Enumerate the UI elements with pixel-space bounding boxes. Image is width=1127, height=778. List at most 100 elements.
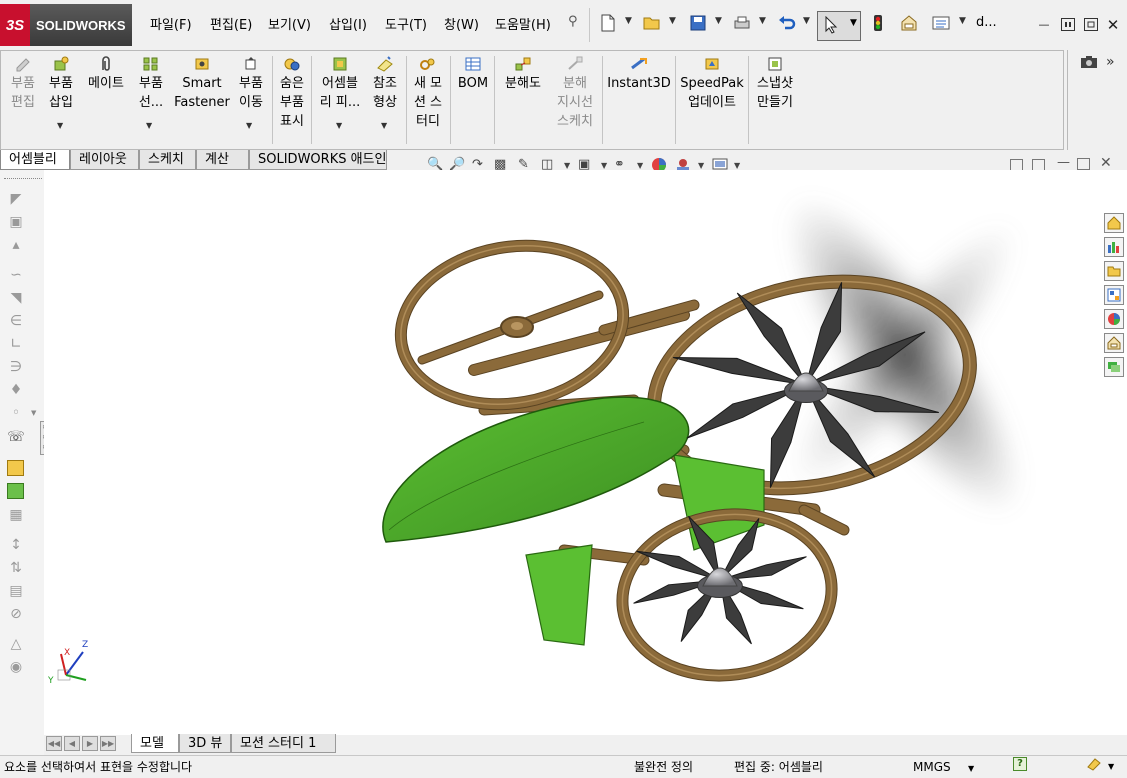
file-properties-icon[interactable] — [898, 12, 920, 34]
options-icon[interactable] — [930, 12, 952, 34]
unit-system[interactable]: MMGS — [913, 760, 951, 774]
shell-icon[interactable]: ◦ — [7, 404, 25, 422]
select-arrow-icon[interactable] — [824, 15, 838, 37]
rebuild-status-dropdown-icon[interactable]: ▼ — [1108, 762, 1114, 771]
revolve-icon[interactable]: ▴ — [7, 236, 25, 254]
show-hidden-components-button[interactable]: 숨은 부품 표시 — [276, 56, 308, 131]
unit-system-dropdown-icon[interactable]: ▼ — [968, 764, 974, 773]
smart-dimension-icon[interactable]: ↕ — [7, 536, 25, 554]
extrude-icon[interactable]: ▣ — [7, 213, 25, 231]
design-library-icon[interactable] — [1104, 237, 1124, 257]
select-dropdown-icon[interactable]: ▼ — [850, 18, 857, 28]
tab-model[interactable]: 모델 — [131, 734, 179, 753]
assembly-features-button[interactable]: 어셈블 리 피... — [316, 56, 364, 112]
view-palette-icon[interactable] — [1104, 285, 1124, 305]
viewport-minimize-icon[interactable]: — — [1057, 155, 1070, 170]
measure-icon[interactable]: △ — [7, 635, 25, 653]
open-dropdown-icon[interactable]: ▼ — [669, 16, 676, 26]
dimension-icon[interactable]: ⇅ — [7, 559, 25, 577]
tab-evaluate[interactable]: 계산 — [196, 150, 249, 170]
print-icon[interactable] — [731, 12, 753, 34]
pin-icon[interactable]: ⚲ — [568, 14, 578, 29]
save-dropdown-icon[interactable]: ▼ — [715, 16, 722, 26]
tab-sketch[interactable]: 스케치 — [139, 150, 196, 170]
tab-assembly[interactable]: 어셈블리 — [0, 150, 70, 170]
new-motion-study-button[interactable]: 새 모 션 스 터디 — [410, 56, 446, 131]
undo-icon[interactable] — [776, 12, 798, 34]
mass-properties-icon[interactable]: ◉ — [7, 658, 25, 676]
mate-button[interactable]: 메이트 — [84, 56, 128, 93]
save-icon[interactable] — [687, 12, 709, 34]
rib-icon[interactable]: ♦ — [7, 381, 25, 399]
viewport-close-icon[interactable]: ✕ — [1100, 155, 1112, 171]
menu-insert[interactable]: 삽입(I) — [329, 14, 367, 33]
insert-component-dropdown-icon[interactable]: ▼ — [57, 121, 63, 130]
edit-component-button[interactable]: 부품 편집 — [6, 56, 40, 112]
print-dropdown-icon[interactable]: ▼ — [759, 16, 766, 26]
custom-properties-icon[interactable] — [1104, 333, 1124, 353]
menu-tools[interactable]: 도구(T) — [385, 14, 427, 33]
move-component-button[interactable]: 부품 이동 — [234, 56, 268, 112]
tile-icon[interactable] — [1061, 18, 1075, 31]
view-orientation-dropdown-icon[interactable]: ▼ — [564, 161, 570, 170]
close-icon[interactable]: ✕ — [1106, 16, 1120, 34]
help-icon[interactable]: ? — [1013, 757, 1027, 771]
mold-tools-icon[interactable]: ☏ — [7, 428, 25, 446]
menu-view[interactable]: 보기(V) — [268, 14, 311, 33]
undo-dropdown-icon[interactable]: ▼ — [803, 16, 810, 26]
solidworks-resources-icon[interactable] — [1104, 213, 1124, 233]
options-dropdown-icon[interactable]: ▼ — [959, 16, 966, 26]
chamfer-icon[interactable]: ∋ — [7, 358, 25, 376]
menu-edit[interactable]: 편집(E) — [210, 14, 252, 33]
menu-help[interactable]: 도움말(H) — [495, 14, 551, 33]
last-tab-icon[interactable]: ▶▶ — [100, 736, 116, 751]
new-document-icon[interactable] — [597, 12, 619, 34]
tab-motion-study-1[interactable]: 모션 스터디 1 — [231, 734, 336, 753]
assembly-features-dropdown-icon[interactable]: ▼ — [336, 121, 342, 130]
smart-fasteners-button[interactable]: Smart Fastener — [174, 56, 230, 112]
cut-icon[interactable]: ∈ — [7, 312, 25, 330]
new-dropdown-icon[interactable]: ▼ — [625, 16, 632, 26]
open-folder-icon[interactable] — [641, 12, 663, 34]
assembly-component-icon[interactable] — [7, 460, 24, 476]
reference-geometry-button[interactable]: 참조 형상 — [368, 56, 402, 112]
rebuild-status-icon[interactable] — [1086, 757, 1102, 774]
scene-dropdown-icon[interactable]: ▼ — [698, 161, 704, 170]
bom-button[interactable]: BOM — [454, 56, 492, 93]
solidworks-forum-icon[interactable] — [1104, 357, 1124, 377]
hide-show-dropdown-icon[interactable]: ▼ — [637, 161, 643, 170]
minimize-icon[interactable]: — — [1037, 18, 1051, 31]
shell-dropdown-icon[interactable]: ▼ — [31, 409, 36, 417]
insert-component-button[interactable]: 부품 삽입 — [44, 56, 78, 112]
rear-left-hub-cap[interactable] — [511, 322, 523, 330]
sketch-icon[interactable]: ◤ — [7, 190, 25, 208]
camera-icon[interactable] — [1080, 55, 1098, 72]
sweep-icon[interactable]: ∽ — [7, 266, 25, 284]
component-pattern-button[interactable]: 부품 선... — [134, 56, 168, 112]
grid-icon[interactable]: ▦ — [7, 506, 25, 524]
file-explorer-icon[interactable] — [1104, 261, 1124, 281]
view-settings-dropdown-icon[interactable]: ▼ — [734, 161, 740, 170]
frame-strut[interactable] — [799, 505, 849, 535]
rotor-spinner-cone[interactable] — [788, 372, 824, 392]
explode-line-sketch-button[interactable]: 분해 지시선 스케치 — [552, 56, 598, 131]
component-pattern-dropdown-icon[interactable]: ▼ — [146, 121, 152, 130]
viewport-restore-icon[interactable] — [1077, 158, 1090, 170]
fillet-icon[interactable]: ∟ — [7, 335, 25, 353]
previous-tab-icon[interactable]: ◀ — [64, 736, 80, 751]
move-component-dropdown-icon[interactable]: ▼ — [246, 121, 252, 130]
rear-left-rotor-ring[interactable] — [388, 229, 636, 422]
display-style-dropdown-icon[interactable]: ▼ — [601, 161, 607, 170]
menu-window[interactable]: 창(W) — [444, 14, 479, 33]
solidworks-logo[interactable]: 3S SOLIDWORKS — [0, 4, 132, 46]
first-tab-icon[interactable]: ◀◀ — [46, 736, 62, 751]
drone-assembly-model[interactable] — [44, 170, 1102, 735]
exploded-view-button[interactable]: 분해도 — [499, 56, 547, 93]
menu-file[interactable]: 파일(F) — [150, 14, 192, 33]
assembly-mate-icon[interactable] — [7, 483, 24, 499]
restore-icon[interactable] — [1084, 18, 1098, 31]
tab-3d-views[interactable]: 3D 뷰 — [179, 734, 231, 753]
appearances-scenes-icon[interactable] — [1104, 309, 1124, 329]
take-snapshot-button[interactable]: 스냅샷 만들기 — [752, 56, 798, 112]
tab-layout[interactable]: 레이아웃 — [70, 150, 139, 170]
